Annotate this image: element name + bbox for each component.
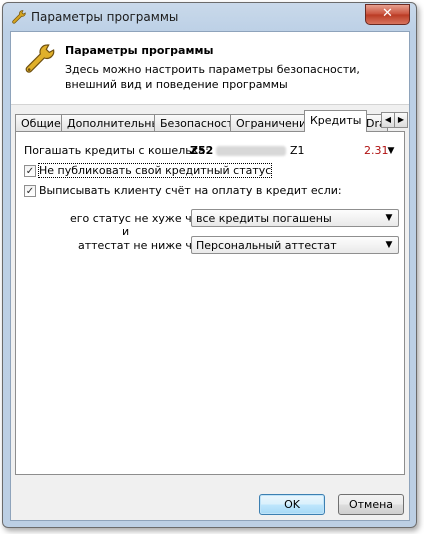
wrench-icon — [25, 44, 55, 73]
attestat-select-value: Персональный аттестат — [196, 239, 337, 252]
tab-scroll-left-icon[interactable]: ◀ — [381, 112, 395, 128]
chevron-down-icon[interactable]: ▼ — [384, 142, 398, 160]
tab-scroll-right-icon[interactable]: ▶ — [394, 112, 408, 128]
tab-general[interactable]: Общие — [15, 114, 67, 131]
dialog-header: Параметры программы Здесь можно настроит… — [11, 32, 409, 105]
wallet-select[interactable]: Z52 Z1 2.31 ▼ — [186, 142, 398, 161]
dialog-body: Параметры программы Здесь можно настроит… — [10, 31, 410, 521]
no-publish-label[interactable]: Не публиковать свой кредитный статус — [37, 163, 273, 178]
settings-window: Параметры программы ✕ Параметры программ… — [2, 2, 417, 528]
cancel-button[interactable]: Отмена — [338, 494, 404, 515]
chevron-down-icon[interactable]: ▼ — [382, 237, 396, 253]
ok-button[interactable]: OK — [259, 494, 325, 515]
attestat-label: аттестат не ниже чем — [78, 239, 207, 252]
wallet-label: Погашать кредиты с кошелька: — [24, 144, 209, 157]
wrench-icon — [12, 10, 26, 24]
wallet-number-redacted — [216, 146, 286, 156]
status-select[interactable]: все кредиты погашены ▼ — [191, 209, 399, 227]
and-label: и — [122, 225, 130, 238]
invoice-checkbox[interactable]: ✓ — [24, 185, 36, 197]
window-title: Параметры программы — [31, 10, 179, 24]
wallet-prefix: Z52 — [190, 144, 214, 157]
chevron-down-icon[interactable]: ▼ — [382, 210, 396, 226]
tab-strip: Общие Дополнительные Безопасность Ограни… — [11, 110, 409, 132]
status-select-value: все кредиты погашены — [196, 212, 332, 225]
close-button[interactable]: ✕ — [365, 4, 410, 25]
title-bar[interactable]: Параметры программы ✕ — [3, 3, 416, 31]
header-description: Здесь можно настроить параметры безопасн… — [65, 63, 360, 91]
invoice-label[interactable]: Выписывать клиенту счёт на оплату в кред… — [39, 184, 342, 197]
status-label: его статус не хуже чем — [70, 212, 207, 225]
no-publish-checkbox[interactable]: ✓ — [24, 165, 36, 177]
tab-credits[interactable]: Кредиты — [304, 110, 368, 132]
header-title: Параметры программы — [65, 44, 214, 57]
credits-panel: Погашать кредиты с кошелька: Z52 Z1 2.31… — [15, 131, 405, 475]
wallet-suffix: Z1 — [290, 144, 305, 157]
attestat-select[interactable]: Персональный аттестат ▼ — [191, 236, 399, 254]
